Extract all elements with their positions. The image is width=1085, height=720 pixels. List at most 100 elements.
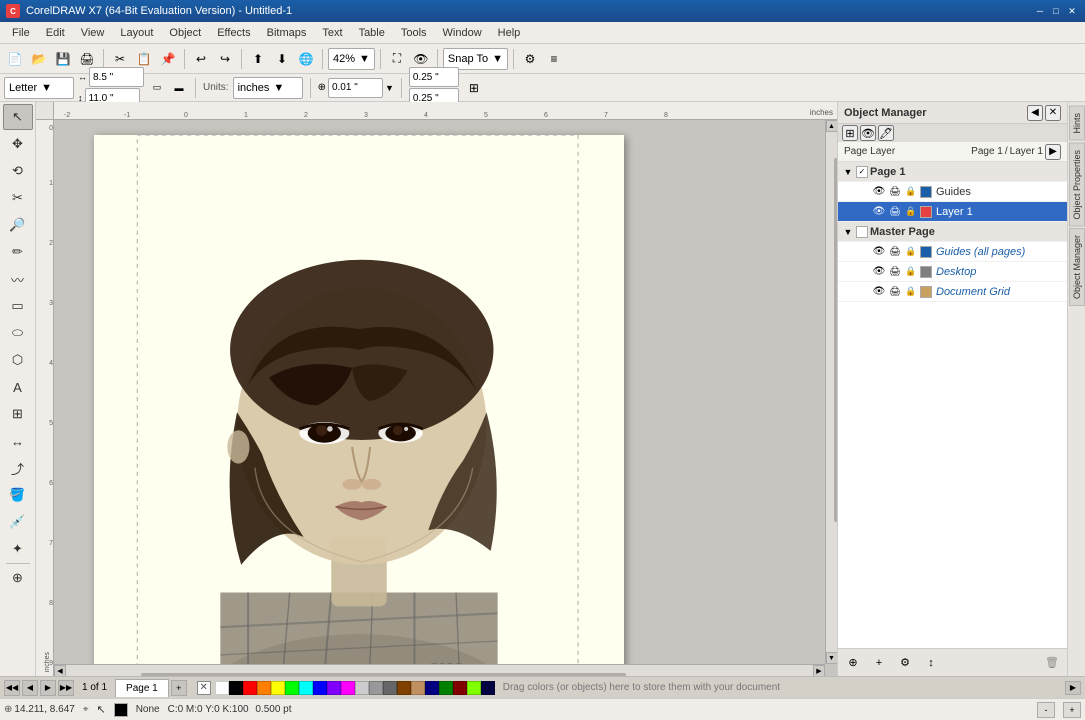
panel-expand-btn[interactable]: ◀ xyxy=(1027,105,1043,121)
export-button[interactable]: ⬇ xyxy=(271,48,293,70)
status-zoom-out[interactable]: - xyxy=(1037,702,1055,718)
menu-table[interactable]: Table xyxy=(351,25,393,41)
full-screen-btn[interactable]: ⛶ xyxy=(386,48,408,70)
add-layer-btn[interactable]: + xyxy=(868,652,890,674)
hints-tab[interactable]: Hints xyxy=(1069,106,1085,141)
color-swatch-blue[interactable] xyxy=(313,681,327,695)
page1-expand[interactable]: ▼ xyxy=(842,166,854,178)
options-btn[interactable]: ⚙ xyxy=(519,48,541,70)
color-swatch-darkgreen[interactable] xyxy=(439,681,453,695)
ellipse-tool[interactable]: ⬭ xyxy=(3,320,33,346)
color-swatch-tan[interactable] xyxy=(411,681,425,695)
color-swatch-green[interactable] xyxy=(285,681,299,695)
color-swatch-cyan[interactable] xyxy=(299,681,313,695)
menu-file[interactable]: File xyxy=(4,25,38,41)
guides-eye[interactable]: 👁 xyxy=(872,185,886,199)
desktop-eye[interactable]: 👁 xyxy=(872,265,886,279)
paper-size-dropdown[interactable]: Letter ▼ xyxy=(4,77,74,99)
no-color-swatch[interactable]: ✕ xyxy=(197,681,211,695)
publish-button[interactable]: 🌐 xyxy=(295,48,317,70)
import-button[interactable]: ⬆ xyxy=(247,48,269,70)
tree-guides-all[interactable]: 👁 🖨 🔒 Guides (all pages) xyxy=(838,242,1067,262)
rectangle-tool[interactable]: ▭ xyxy=(3,293,33,319)
open-button[interactable]: 📂 xyxy=(28,48,50,70)
menu-view[interactable]: View xyxy=(73,25,113,41)
delete-layer-btn[interactable]: 🗑 xyxy=(1041,652,1063,674)
connector-tool[interactable]: ⤴ xyxy=(3,455,33,481)
menu-bitmaps[interactable]: Bitmaps xyxy=(259,25,315,41)
tree-desktop[interactable]: 👁 🖨 🔒 Desktop xyxy=(838,262,1067,282)
menu-object[interactable]: Object xyxy=(161,25,209,41)
doc-grid-lock[interactable]: 🔒 xyxy=(904,285,918,299)
obj-manager-tab[interactable]: Object Manager xyxy=(1069,228,1085,306)
color-swatch-yellow[interactable] xyxy=(271,681,285,695)
page1-check[interactable] xyxy=(856,166,868,178)
color-swatch-darkblue[interactable] xyxy=(425,681,439,695)
next-page-btn[interactable]: ▶ xyxy=(40,680,56,696)
portrait-btn[interactable]: ▭ xyxy=(148,77,166,99)
tree-layer1[interactable]: 👁 🖨 🔒 Layer 1 xyxy=(838,202,1067,222)
tree-doc-grid[interactable]: 👁 🖨 🔒 Document Grid xyxy=(838,282,1067,302)
tree-page1[interactable]: ▼ Page 1 xyxy=(838,162,1067,182)
h-scroll-thumb[interactable] xyxy=(141,673,627,677)
layer1-eye[interactable]: 👁 xyxy=(872,205,886,219)
landscape-btn[interactable]: ▬ xyxy=(170,77,188,99)
menu-tools[interactable]: Tools xyxy=(393,25,435,41)
guides-all-print[interactable]: 🖨 xyxy=(888,245,902,259)
add-page-tab-btn[interactable]: + xyxy=(171,680,187,696)
color-swatch-lime[interactable] xyxy=(467,681,481,695)
interactive-tool[interactable]: ✦ xyxy=(3,536,33,562)
dimension-tool[interactable]: ↔ xyxy=(3,428,33,454)
master-expand[interactable]: ▼ xyxy=(842,226,854,238)
panel-tab-2[interactable]: 👁 xyxy=(860,125,876,141)
add-page-btn[interactable]: ⊕ xyxy=(3,565,33,591)
desktop-lock[interactable]: 🔒 xyxy=(904,265,918,279)
scroll-down-btn[interactable]: ▼ xyxy=(826,652,838,664)
fill-tool[interactable]: 🪣 xyxy=(3,482,33,508)
color-swatch-black[interactable] xyxy=(229,681,243,695)
text-tool[interactable]: A xyxy=(3,374,33,400)
color-swatch-red[interactable] xyxy=(243,681,257,695)
move-to-layer-btn[interactable]: ↕ xyxy=(920,652,942,674)
first-page-btn[interactable]: ◀◀ xyxy=(4,680,20,696)
new-button[interactable]: 📄 xyxy=(4,48,26,70)
menu-text[interactable]: Text xyxy=(314,25,350,41)
guides-all-eye[interactable]: 👁 xyxy=(872,245,886,259)
apply-nudge-btn[interactable]: ⊞ xyxy=(463,77,485,99)
tree-guides[interactable]: 👁 🖨 🔒 Guides xyxy=(838,182,1067,202)
layer-props-btn[interactable]: ⚙ xyxy=(894,652,916,674)
color-swatch-gray2[interactable] xyxy=(369,681,383,695)
add-master-layer-btn[interactable]: ⊕ xyxy=(842,652,864,674)
menu-edit[interactable]: Edit xyxy=(38,25,73,41)
shape-edit-tool[interactable]: ✥ xyxy=(3,131,33,157)
master-check[interactable] xyxy=(856,226,868,238)
palette-scroll-right[interactable]: ▶ xyxy=(1065,681,1081,695)
scroll-up-btn[interactable]: ▲ xyxy=(826,120,838,132)
save-button[interactable]: 💾 xyxy=(52,48,74,70)
freehand-tool[interactable]: ✏ xyxy=(3,239,33,265)
status-zoom-in[interactable]: + xyxy=(1063,702,1081,718)
panel-tab-3[interactable]: 🖊 xyxy=(878,125,894,141)
redo-button[interactable]: ↪ xyxy=(214,48,236,70)
undo-button[interactable]: ↩ xyxy=(190,48,212,70)
color-swatch-orange[interactable] xyxy=(257,681,271,695)
guides-print[interactable]: 🖨 xyxy=(888,185,902,199)
color-swatch-gray1[interactable] xyxy=(355,681,369,695)
select-tool[interactable]: ↖ xyxy=(3,104,33,130)
transform-tool[interactable]: ⟲ xyxy=(3,158,33,184)
prev-page-btn[interactable]: ◀ xyxy=(22,680,38,696)
maximize-button[interactable]: □ xyxy=(1049,4,1063,18)
tree-master-page[interactable]: ▼ Master Page xyxy=(838,222,1067,242)
menu-layout[interactable]: Layout xyxy=(112,25,161,41)
obj-props-tab[interactable]: Object Properties xyxy=(1069,143,1085,227)
h-scrollbar[interactable]: ◀ ▶ xyxy=(54,664,825,676)
minimize-button[interactable]: ─ xyxy=(1033,4,1047,18)
desktop-print[interactable]: 🖨 xyxy=(888,265,902,279)
doc-grid-eye[interactable]: 👁 xyxy=(872,285,886,299)
menu-help[interactable]: Help xyxy=(490,25,529,41)
options-btn2[interactable]: ≡ xyxy=(543,48,565,70)
panel-tab-1[interactable]: ⊞ xyxy=(842,125,858,141)
paste-button[interactable]: 📌 xyxy=(157,48,179,70)
smart-draw-tool[interactable]: 〰 xyxy=(3,266,33,292)
doc-grid-print[interactable]: 🖨 xyxy=(888,285,902,299)
